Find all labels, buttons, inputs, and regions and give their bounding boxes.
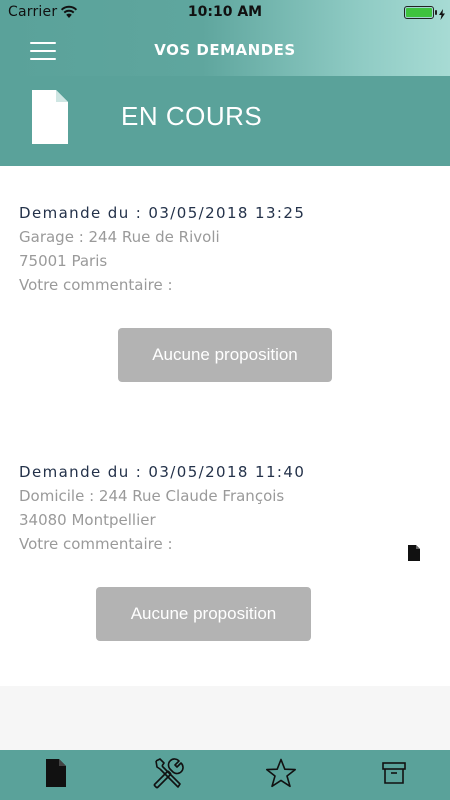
status-bar: Carrier 10:10 AM bbox=[0, 0, 450, 24]
charging-icon bbox=[439, 5, 445, 24]
battery-icon bbox=[404, 6, 437, 19]
app-header: Carrier 10:10 AM VOS DEMANDES bbox=[0, 0, 450, 76]
tools-icon bbox=[150, 757, 186, 793]
request-comment-label: Votre commentaire : bbox=[19, 535, 173, 553]
document-icon bbox=[32, 90, 68, 148]
star-icon bbox=[265, 758, 297, 792]
tab-favorites[interactable] bbox=[225, 750, 337, 800]
tab-services[interactable] bbox=[112, 750, 224, 800]
no-proposal-button[interactable]: Aucune proposition bbox=[118, 328, 332, 382]
battery-level bbox=[406, 8, 432, 17]
nav-bar: VOS DEMANDES bbox=[0, 24, 450, 76]
status-time: 10:10 AM bbox=[187, 4, 263, 20]
no-proposal-button[interactable]: Aucune proposition bbox=[96, 587, 311, 641]
tab-requests[interactable] bbox=[0, 750, 112, 800]
requests-list: Demande du : 03/05/2018 13:25 Garage : 2… bbox=[0, 166, 450, 686]
attachment-document-icon[interactable] bbox=[408, 545, 420, 565]
request-card: Demande du : 03/05/2018 11:40 Domicile :… bbox=[19, 463, 439, 553]
request-location: Garage : 244 Rue de Rivoli bbox=[19, 228, 220, 246]
request-city: 34080 Montpellier bbox=[19, 511, 156, 529]
request-card: Demande du : 03/05/2018 13:25 Garage : 2… bbox=[19, 204, 439, 294]
section-banner: EN COURS bbox=[0, 76, 450, 166]
tab-bar bbox=[0, 750, 450, 800]
request-location: Domicile : 244 Rue Claude François bbox=[19, 487, 285, 505]
document-icon bbox=[46, 759, 66, 791]
request-city: 75001 Paris bbox=[19, 252, 108, 270]
archive-icon bbox=[382, 762, 406, 788]
request-date: Demande du : 03/05/2018 11:40 bbox=[19, 463, 306, 481]
request-date: Demande du : 03/05/2018 13:25 bbox=[19, 204, 306, 222]
request-comment-label: Votre commentaire : bbox=[19, 276, 173, 294]
tab-archive[interactable] bbox=[338, 750, 450, 800]
section-title: EN COURS bbox=[121, 101, 263, 131]
page-title: VOS DEMANDES bbox=[154, 41, 296, 59]
